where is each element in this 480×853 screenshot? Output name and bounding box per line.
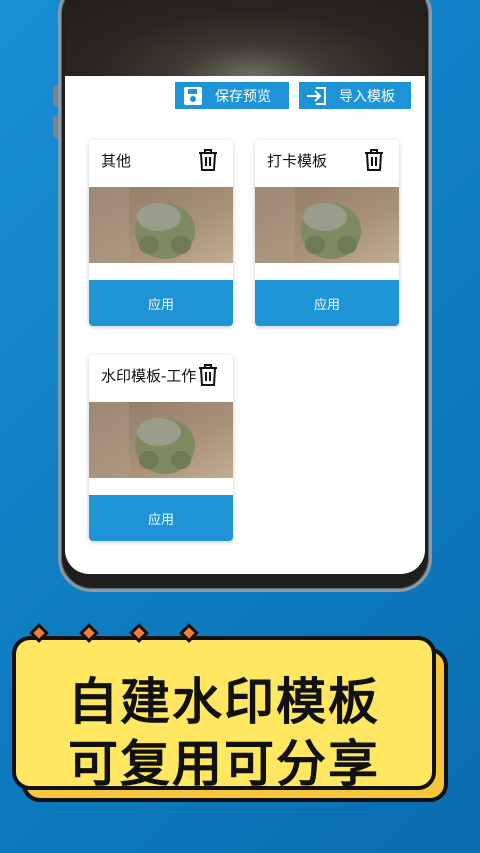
toolbar: 保存预览 导入模板 bbox=[175, 82, 411, 109]
app-screen: 保存预览 导入模板 其他 应用 打卡模板 应用 水印模板-工作 应用 bbox=[65, 0, 425, 574]
import-template-button[interactable]: 导入模板 bbox=[299, 82, 411, 109]
template-thumbnail bbox=[89, 187, 233, 263]
trash-icon[interactable] bbox=[197, 148, 219, 172]
trash-icon[interactable] bbox=[197, 363, 219, 387]
promo-banner: 自建水印模板 可复用可分享 bbox=[12, 636, 436, 793]
camera-preview bbox=[65, 0, 425, 76]
apply-button[interactable]: 应用 bbox=[255, 280, 399, 326]
template-card[interactable]: 其他 应用 bbox=[89, 140, 233, 326]
save-preview-button[interactable]: 保存预览 bbox=[175, 82, 289, 109]
template-name: 打卡模板 bbox=[267, 152, 328, 170]
template-name: 其他 bbox=[101, 152, 132, 170]
apply-button[interactable]: 应用 bbox=[89, 495, 233, 541]
import-icon bbox=[303, 85, 331, 107]
template-card[interactable]: 打卡模板 应用 bbox=[255, 140, 399, 326]
import-template-label: 导入模板 bbox=[339, 88, 395, 105]
template-thumbnail bbox=[89, 402, 233, 478]
trash-icon[interactable] bbox=[363, 148, 385, 172]
template-name: 水印模板-工作 bbox=[101, 367, 197, 385]
save-preview-label: 保存预览 bbox=[215, 88, 271, 105]
template-card[interactable]: 水印模板-工作 应用 bbox=[89, 355, 233, 541]
banner-subheadline: 可复用可分享 bbox=[68, 735, 380, 793]
apply-button[interactable]: 应用 bbox=[89, 280, 233, 326]
template-thumbnail bbox=[255, 187, 399, 263]
save-icon bbox=[179, 85, 207, 107]
